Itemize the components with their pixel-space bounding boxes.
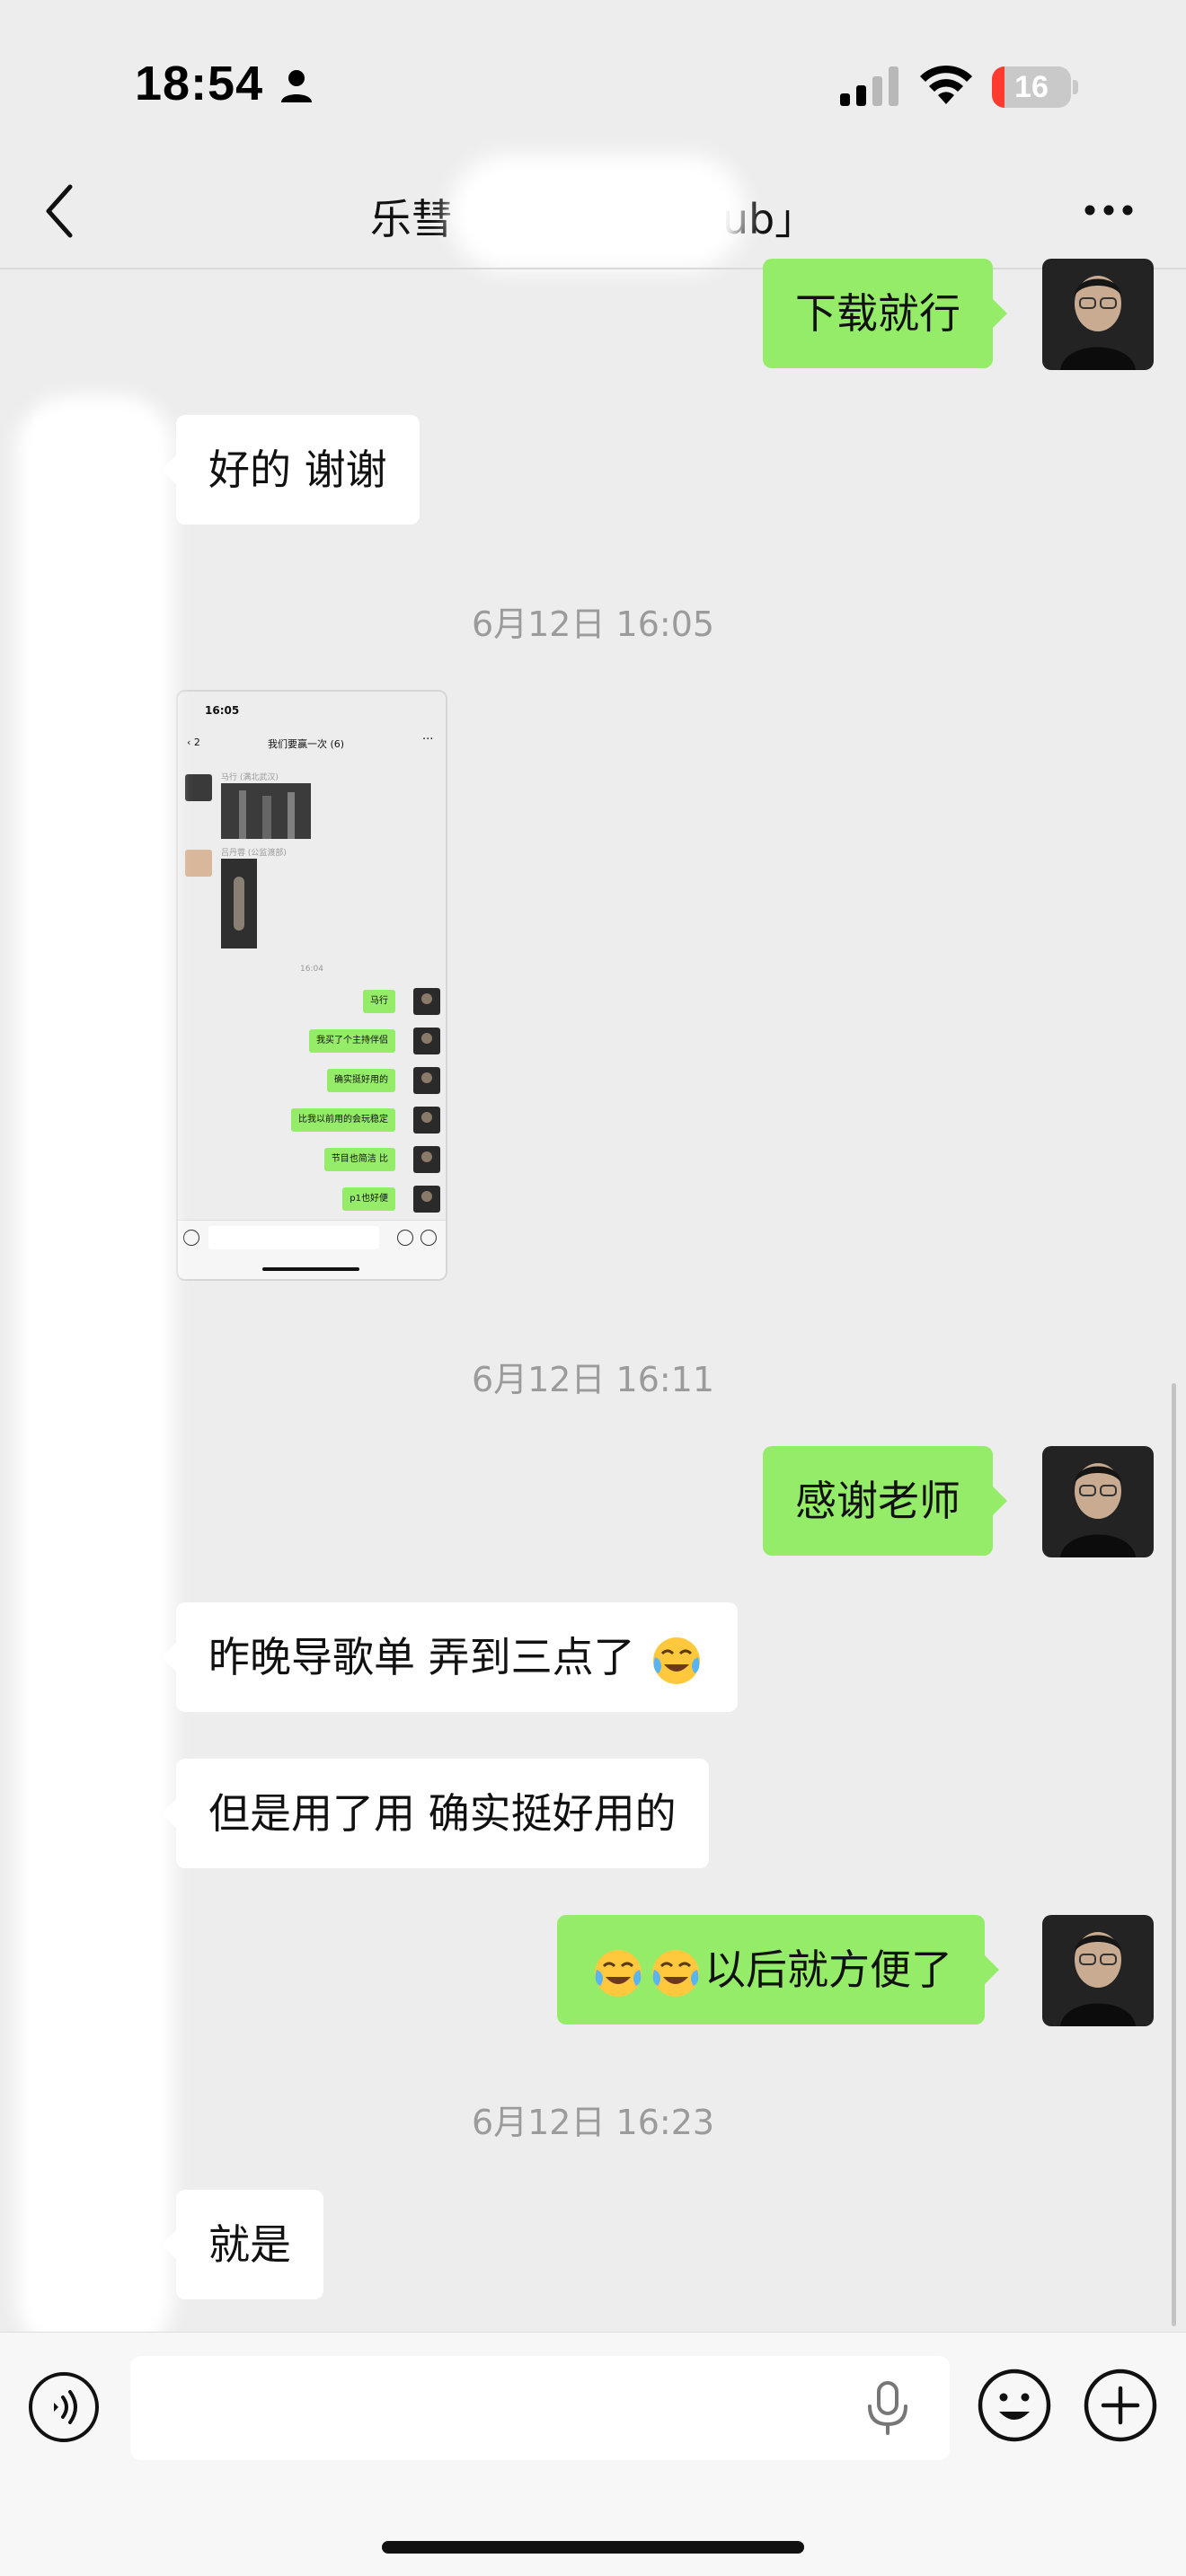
chat-title-prefix: 乐彗: [369, 195, 453, 243]
mini-avatar: [413, 988, 440, 1015]
message-bubble-outgoing[interactable]: 感谢老师: [763, 1446, 1007, 1556]
mini-bubble: 比我以前用的会玩稳定: [291, 1108, 395, 1132]
mini-title: 我们要赢一次 (6): [268, 738, 345, 750]
mini-back: ‹ 2: [187, 737, 200, 748]
message-text: 但是用了用 确实挺好用的: [208, 1789, 677, 1838]
mini-bubble: 节目也简洁 比: [323, 1148, 395, 1171]
tears-of-joy-emoji: [653, 1636, 701, 1684]
input-bar: [0, 2332, 1186, 2576]
mini-unread: 2: [193, 737, 200, 748]
smiley-icon[interactable]: [976, 2367, 1053, 2444]
microphone-icon[interactable]: [861, 2379, 915, 2437]
mini-photo: [221, 859, 257, 948]
title-redaction: [449, 154, 746, 271]
mini-avatar: [413, 1186, 440, 1213]
status-bar: 18:54 16: [0, 0, 1186, 162]
avatar[interactable]: [1042, 259, 1154, 370]
message-bubble-incoming[interactable]: 就是: [162, 2190, 323, 2299]
message-bubble-incoming[interactable]: 好的 谢谢: [162, 415, 420, 525]
mini-photo: [221, 783, 311, 839]
chat-header: 乐彗 ub」: [0, 154, 1186, 271]
message-input[interactable]: [130, 2356, 950, 2460]
message-text: 感谢老师: [795, 1477, 960, 1525]
message-text: 下载就行: [795, 289, 960, 338]
avatar[interactable]: [1042, 1446, 1154, 1557]
mini-avatar: [413, 1028, 440, 1054]
mini-avatar: [185, 850, 212, 877]
mini-sender: 马行 (满北武汉): [221, 773, 279, 782]
message-timestamp: 6月12日 16:23: [471, 2103, 715, 2142]
message-bubble-incoming[interactable]: 昨晚导歌单 弄到三点了: [161, 1602, 739, 1712]
mini-timestamp: 16:04: [300, 965, 323, 974]
mini-avatar: [185, 774, 212, 801]
image-message[interactable]: 16:05 ‹ 2 我们要赢一次 (6) ··· 马行 (满北武汉) 吕丹蓉 (…: [176, 690, 447, 1281]
mini-bubble: 确实挺好用的: [327, 1069, 395, 1092]
mini-bubble: p1也好便: [342, 1187, 395, 1211]
header-divider: [0, 268, 1186, 269]
home-indicator: [382, 2541, 804, 2554]
message-text: 就是: [208, 2220, 291, 2269]
message-bubble-outgoing[interactable]: 以后就方便了: [557, 1915, 999, 2025]
mini-input-bar: [178, 1220, 446, 1279]
mini-avatar: [413, 1067, 440, 1094]
mini-more-icon: ···: [422, 733, 434, 746]
signal-icon: [840, 66, 898, 106]
battery-level: 16: [1014, 70, 1049, 104]
plus-icon[interactable]: [1082, 2367, 1159, 2444]
avatar[interactable]: [1042, 1915, 1154, 2026]
scrollbar[interactable]: [1172, 1383, 1176, 2326]
mini-avatar: [413, 1107, 440, 1134]
message-text: 昨晚导歌单 弄到三点了: [208, 1633, 635, 1681]
status-time: 18:54: [135, 57, 264, 110]
message-bubble-incoming[interactable]: 但是用了用 确实挺好用的: [162, 1759, 709, 1868]
mini-sender: 吕丹蓉 (公监渡部): [221, 849, 287, 858]
message-text: 以后就方便了: [704, 1945, 952, 1994]
battery-icon: 16: [992, 66, 1078, 108]
mini-bubble: 我买了个主持伴侣: [309, 1029, 395, 1053]
mini-status-time: 16:05: [205, 704, 240, 717]
mini-avatar: [413, 1146, 440, 1173]
ellipsis-icon[interactable]: [1084, 201, 1134, 219]
message-timestamp: 6月12日 16:05: [471, 604, 715, 644]
tears-of-joy-emoji: [595, 1949, 642, 1997]
person-icon: [281, 70, 312, 102]
avatar-redaction: [16, 395, 173, 2353]
tears-of-joy-emoji: [652, 1949, 699, 1997]
message-bubble-outgoing[interactable]: 下载就行: [763, 259, 1007, 368]
message-timestamp: 6月12日 16:11: [471, 1360, 715, 1399]
message-text: 好的 谢谢: [208, 446, 387, 494]
wifi-icon: [920, 65, 972, 104]
voice-wave-icon[interactable]: [27, 2370, 101, 2444]
mini-bubble: 马行: [363, 990, 395, 1013]
